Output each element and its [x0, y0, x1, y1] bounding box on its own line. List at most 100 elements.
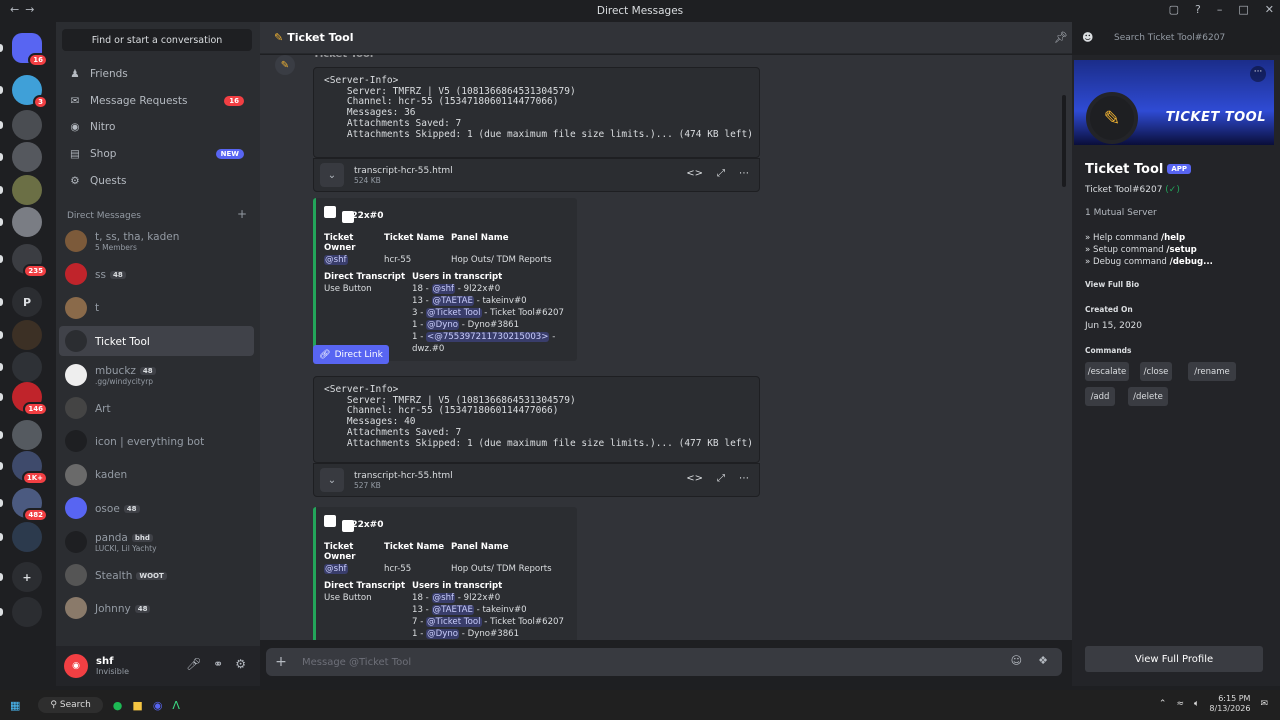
tray-chevron-icon[interactable]: ⌃: [1159, 699, 1167, 709]
dm-item[interactable]: kaden: [59, 460, 254, 490]
headphones-icon[interactable]: ⚭: [213, 657, 223, 671]
user-mention[interactable]: @TAETAE: [431, 605, 474, 615]
server-icon[interactable]: [12, 420, 42, 450]
windows-start-icon[interactable]: ▦: [10, 699, 20, 712]
view-full-bio-link[interactable]: View Full Bio: [1085, 280, 1139, 289]
file-name[interactable]: transcript-hcr-55.html: [354, 471, 453, 481]
user-mention[interactable]: @Dyno: [426, 629, 460, 639]
user-mention[interactable]: @Ticket Tool: [426, 617, 482, 627]
user-mention[interactable]: @Dyno: [426, 320, 460, 330]
app-icon[interactable]: Λ: [172, 699, 180, 712]
server-icon[interactable]: 146: [12, 382, 48, 416]
server-icon[interactable]: +: [12, 562, 42, 592]
dm-item[interactable]: Stealth WOOT: [59, 560, 254, 590]
command-chip[interactable]: /escalate: [1085, 362, 1129, 381]
command-chip[interactable]: /delete: [1128, 387, 1168, 406]
nav-quests[interactable]: ⚙ Quests: [62, 169, 252, 193]
help-icon[interactable]: ?: [1195, 3, 1201, 16]
settings-gear-icon[interactable]: ⚙: [235, 657, 246, 671]
nav-shop[interactable]: ▤ Shop NEW: [62, 142, 252, 166]
dm-subtitle: .gg/windycityrp: [95, 376, 154, 386]
dm-item[interactable]: t, ss, tha, kaden 5 Members: [59, 226, 254, 256]
spotify-icon[interactable]: ●: [113, 699, 123, 712]
code-icon[interactable]: <>: [686, 168, 703, 179]
discord-taskbar-icon[interactable]: ◉: [153, 699, 163, 712]
server-icon[interactable]: [12, 522, 42, 552]
expand-chevron-icon[interactable]: ⌄: [320, 163, 344, 187]
code-icon[interactable]: <>: [686, 473, 703, 484]
dm-item[interactable]: Johnny 48: [59, 593, 254, 623]
dm-item[interactable]: mbuckz 48 .gg/windycityrp: [59, 360, 254, 390]
minimize-icon[interactable]: –: [1217, 3, 1223, 16]
nav-nitro[interactable]: ◉ Nitro: [62, 115, 252, 139]
command-chip[interactable]: /close: [1140, 362, 1172, 381]
user-mention[interactable]: <@755397211730215003>: [426, 332, 550, 342]
server-icon[interactable]: 16: [12, 33, 48, 67]
user-mention[interactable]: @shf: [324, 255, 348, 265]
message-author[interactable]: Ticket Tool: [313, 55, 373, 60]
server-icon[interactable]: [12, 207, 42, 237]
pin-icon[interactable]: 📌︎: [1054, 31, 1068, 44]
dm-item[interactable]: ss 48: [59, 259, 254, 289]
close-icon[interactable]: ✕: [1265, 3, 1274, 16]
message-composer[interactable]: + Message @Ticket Tool ☺ ❖: [266, 648, 1062, 676]
server-icon[interactable]: 3: [12, 75, 48, 109]
user-mention[interactable]: @shf: [324, 564, 348, 574]
view-full-profile-button[interactable]: View Full Profile: [1085, 646, 1263, 672]
find-conversation-button[interactable]: Find or start a conversation: [62, 29, 252, 51]
user-mention[interactable]: @TAETAE: [431, 296, 474, 306]
user-mention[interactable]: @Ticket Tool: [426, 308, 482, 318]
mutual-servers-link[interactable]: 1 Mutual Server: [1085, 208, 1157, 218]
bot-avatar[interactable]: ✎: [275, 55, 295, 75]
user-mention[interactable]: @shf: [431, 593, 456, 603]
dm-item[interactable]: Art: [59, 393, 254, 423]
microphone-icon[interactable]: 🎤︎: [186, 657, 201, 671]
nav-friends[interactable]: ♟ Friends: [62, 62, 252, 86]
server-icon[interactable]: 482: [12, 488, 48, 522]
dm-item[interactable]: icon | everything bot: [59, 426, 254, 456]
command-chip[interactable]: /add: [1085, 387, 1115, 406]
avatar[interactable]: ◉: [64, 654, 88, 678]
chat-scrollbar[interactable]: [1062, 95, 1066, 187]
apps-icon[interactable]: ❖: [1038, 654, 1048, 667]
volume-icon[interactable]: 🔈︎: [1194, 699, 1199, 709]
expand-icon[interactable]: ⤢: [717, 473, 725, 484]
dm-item[interactable]: Ticket Tool: [59, 326, 254, 357]
dm-item[interactable]: panda bhd LUCKI, Lil Yachty: [59, 527, 254, 557]
server-icon[interactable]: 235: [12, 244, 48, 278]
server-icon[interactable]: [12, 110, 42, 140]
user-profile-icon[interactable]: ☻: [1082, 31, 1093, 44]
notifications-icon[interactable]: ✉: [1260, 699, 1268, 709]
more-icon[interactable]: ⋯: [739, 168, 749, 179]
maximize-icon[interactable]: □: [1238, 3, 1248, 16]
dm-item[interactable]: t: [59, 293, 254, 323]
server-icon[interactable]: [12, 352, 42, 382]
server-icon[interactable]: P: [12, 287, 42, 317]
inbox-icon[interactable]: ▢: [1169, 3, 1179, 16]
server-icon[interactable]: [12, 320, 42, 350]
server-icon[interactable]: [12, 142, 42, 172]
taskbar-search[interactable]: ⚲ Search: [38, 697, 103, 713]
dm-item[interactable]: osoe 48: [59, 493, 254, 523]
create-dm-icon[interactable]: +: [237, 207, 247, 221]
expand-icon[interactable]: ⤢: [717, 168, 725, 179]
more-options-icon[interactable]: ···: [1250, 66, 1266, 82]
more-icon[interactable]: ⋯: [739, 473, 749, 484]
search-input[interactable]: Search Ticket Tool#6207: [1108, 29, 1272, 49]
message-input[interactable]: Message @Ticket Tool: [302, 657, 411, 668]
back-forward-icon[interactable]: ←→: [10, 3, 40, 16]
nav-message-requests[interactable]: ✉ Message Requests 16: [62, 89, 252, 113]
server-icon[interactable]: 1K+: [12, 451, 48, 485]
add-attachment-icon[interactable]: +: [266, 654, 296, 670]
emoji-icon[interactable]: ☺: [1011, 654, 1022, 667]
wifi-icon[interactable]: ≈: [1176, 699, 1184, 709]
direct-link-button[interactable]: 🔗︎ Direct Link: [313, 345, 389, 364]
file-name[interactable]: transcript-hcr-55.html: [354, 166, 453, 176]
user-mention[interactable]: @shf: [431, 284, 456, 294]
server-icon[interactable]: [12, 597, 42, 627]
clock[interactable]: 6:15 PM 8/13/2026: [1209, 694, 1250, 714]
file-explorer-icon[interactable]: ■: [132, 699, 142, 712]
command-chip[interactable]: /rename: [1188, 362, 1236, 381]
server-icon[interactable]: [12, 175, 42, 205]
expand-chevron-icon[interactable]: ⌄: [320, 468, 344, 492]
